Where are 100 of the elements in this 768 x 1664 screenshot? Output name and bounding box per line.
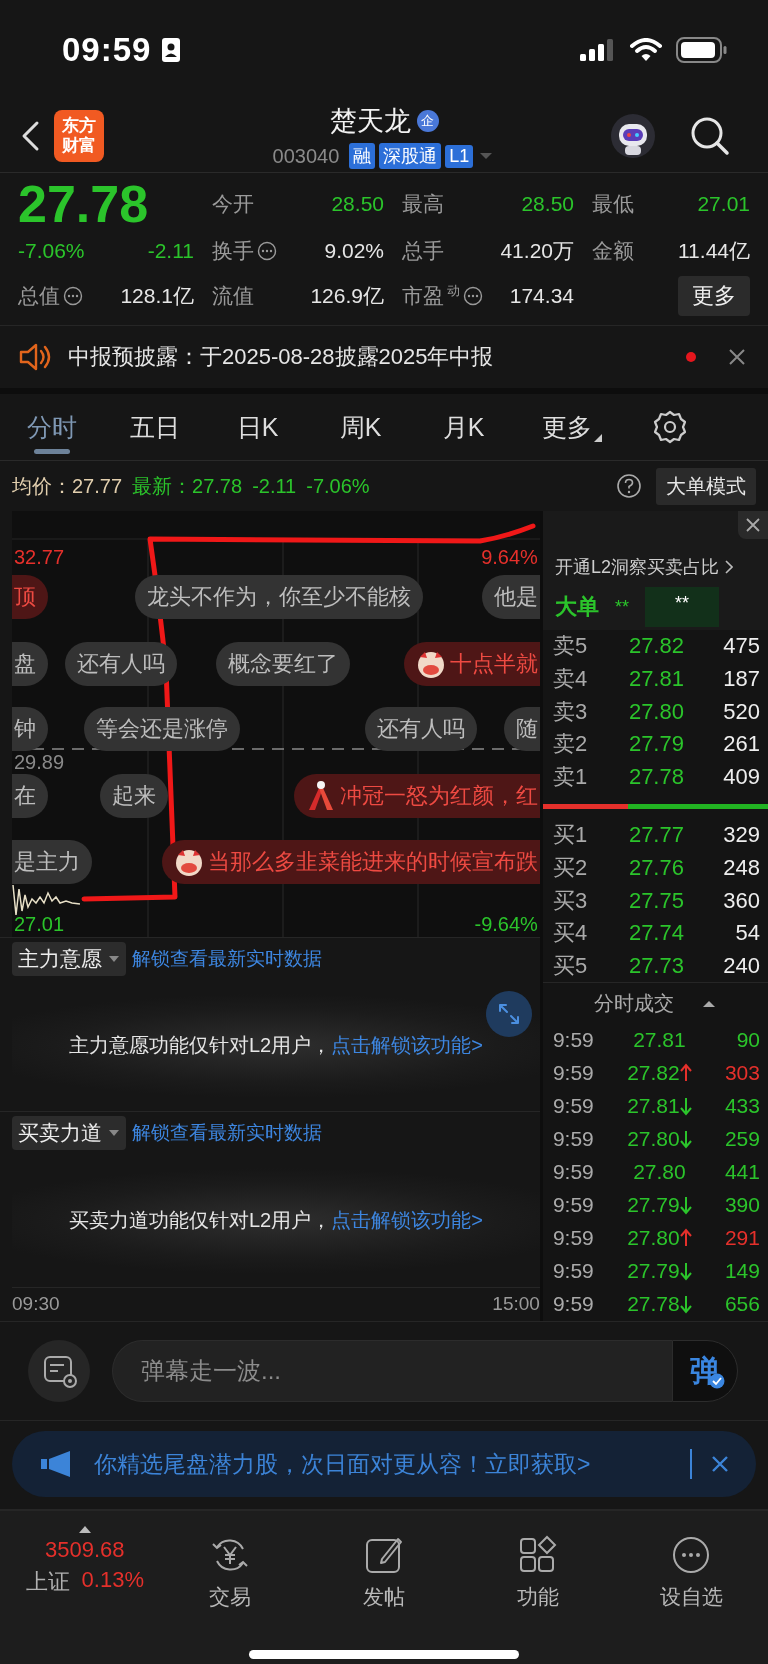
close-button[interactable] bbox=[738, 511, 768, 539]
ellipsis-icon[interactable] bbox=[463, 286, 483, 306]
order-level: 卖5 bbox=[552, 632, 589, 661]
trade-price: 27.80 bbox=[627, 1127, 680, 1152]
arrow-down-icon bbox=[679, 1096, 692, 1117]
stat-label: 换手 bbox=[212, 238, 254, 264]
notice-text[interactable]: 中报预披露：于2025-08-28披露2025年中报 bbox=[68, 342, 494, 372]
time-label: 15:00 bbox=[492, 1293, 540, 1316]
order-price: 27.81 bbox=[627, 666, 685, 693]
trade-time: 9:59 bbox=[552, 1259, 595, 1284]
trade-time: 9:59 bbox=[552, 1292, 595, 1317]
back-icon[interactable] bbox=[20, 120, 40, 152]
chart-tab[interactable]: 周K bbox=[309, 394, 412, 460]
order-volume: 187 bbox=[722, 666, 760, 693]
change-amount: -2.11 bbox=[147, 239, 194, 263]
comment-field[interactable]: 弹幕走一波... bbox=[112, 1340, 672, 1402]
trade-volume: 441 bbox=[723, 1160, 760, 1185]
comment-bubble: 等会还是涨停 bbox=[84, 707, 240, 751]
order-level: 买2 bbox=[552, 854, 589, 883]
order-level: 卖1 bbox=[552, 763, 589, 792]
order-level: 买1 bbox=[552, 821, 589, 850]
trade-volume: 149 bbox=[723, 1259, 760, 1284]
axis-label: -9.64% bbox=[474, 912, 538, 936]
expand-icon bbox=[496, 1001, 521, 1026]
stat-value: 9.02% bbox=[324, 239, 384, 263]
comment-text: 当那么多韭菜能进来的时候宣布跌 bbox=[207, 848, 538, 876]
order-price: 27.77 bbox=[627, 822, 685, 849]
comment-bubble: 还有人吗 bbox=[365, 707, 477, 751]
arrow-down-icon bbox=[679, 1294, 692, 1315]
average-label: 均价： bbox=[12, 473, 72, 499]
current-price: 27.78 bbox=[18, 179, 150, 229]
mascot-icon bbox=[415, 649, 446, 679]
unlock-link[interactable]: 点击解锁该功能> bbox=[331, 1207, 483, 1235]
chart-tab[interactable]: 五日 bbox=[103, 394, 206, 460]
nav-item[interactable]: 功能 bbox=[460, 1525, 615, 1611]
unlock-link[interactable]: 解锁查看最新实时数据 bbox=[132, 1120, 322, 1147]
order-level: 卖3 bbox=[552, 697, 589, 726]
nav-item[interactable]: 交易 bbox=[153, 1525, 308, 1611]
wifi-icon bbox=[630, 38, 662, 62]
trade-price: 27.81 bbox=[627, 1094, 680, 1119]
caret-up-icon[interactable] bbox=[702, 998, 717, 1009]
comment-text: 十点半就 bbox=[449, 650, 538, 678]
chart-tab[interactable]: 月K bbox=[412, 394, 515, 460]
trade-volume: 656 bbox=[723, 1292, 760, 1317]
trade-price: 27.80 bbox=[627, 1226, 680, 1251]
comment-bubble: 是主力 bbox=[12, 840, 92, 884]
order-price: 27.82 bbox=[627, 633, 685, 660]
arrow-down-icon bbox=[679, 1129, 692, 1150]
close-icon[interactable] bbox=[728, 348, 746, 366]
indicator-dropdown[interactable]: 主力意愿 bbox=[12, 942, 126, 977]
chart-tab[interactable]: 日K bbox=[206, 394, 309, 460]
average-price: 27.77 bbox=[72, 474, 123, 498]
stat-value: 11.44亿 bbox=[678, 238, 750, 264]
chart-tab[interactable]: 分时 bbox=[0, 394, 103, 460]
stat-label: 市盈 bbox=[402, 283, 444, 309]
more-button[interactable]: 更多 bbox=[678, 276, 750, 316]
indicator-dropdown[interactable]: 买卖力道 bbox=[12, 1116, 126, 1151]
battery-icon bbox=[676, 37, 728, 63]
caret-up-icon bbox=[77, 1525, 92, 1533]
nav-item[interactable]: 发帖 bbox=[307, 1525, 461, 1611]
big-order-value: ** bbox=[644, 587, 719, 627]
stock-tag: 深股通 bbox=[379, 143, 442, 169]
l2-promo-link[interactable]: 开通L2洞察买卖占比 bbox=[554, 555, 719, 579]
mode-button[interactable]: 大单模式 bbox=[656, 467, 756, 505]
axis-label: 29.89 bbox=[14, 751, 65, 774]
promo-text[interactable]: 你精选尾盘潜力股，次日面对更从容！立即获取> bbox=[94, 1448, 690, 1480]
search-icon[interactable] bbox=[690, 116, 730, 156]
comment-bubble: 概念要红了 bbox=[216, 642, 350, 686]
unlock-link[interactable]: 解锁查看最新实时数据 bbox=[132, 946, 322, 973]
ellipsis-icon[interactable] bbox=[257, 241, 277, 261]
latest-percent: -7.06% bbox=[306, 474, 370, 498]
company-badge: 企 bbox=[416, 110, 439, 132]
chart-tab[interactable]: 更多 bbox=[515, 394, 618, 460]
highlighted-comment: 顶 bbox=[12, 575, 48, 619]
more-icon bbox=[671, 1535, 712, 1575]
status-time: 09:59 bbox=[62, 31, 152, 69]
arrow-down-icon bbox=[679, 1261, 692, 1282]
order-volume: 261 bbox=[722, 731, 760, 758]
document-settings-icon[interactable] bbox=[28, 1340, 90, 1402]
trade-price: 27.81 bbox=[633, 1028, 686, 1053]
trade-time: 9:59 bbox=[552, 1028, 595, 1053]
help-icon[interactable] bbox=[616, 473, 642, 499]
change-percent: -7.06% bbox=[18, 239, 85, 263]
trade-price: 27.80 bbox=[633, 1160, 686, 1185]
stock-tag: 融 bbox=[349, 143, 376, 169]
trade-price: 27.79 bbox=[627, 1193, 680, 1218]
ellipsis-icon[interactable] bbox=[63, 286, 83, 306]
settings-icon[interactable] bbox=[651, 409, 688, 445]
comment-text: 冲冠一怒为红颜，红 bbox=[339, 782, 538, 810]
close-icon[interactable] bbox=[710, 1454, 730, 1474]
comment-bubble: 盘 bbox=[12, 642, 48, 686]
robot-icon[interactable] bbox=[610, 113, 656, 159]
order-level: 买4 bbox=[552, 919, 589, 948]
comment-bubble: 起来 bbox=[100, 774, 168, 818]
stat-superscript: 动 bbox=[447, 282, 460, 300]
trade-volume: 390 bbox=[723, 1193, 760, 1218]
nav-item[interactable]: 设自选 bbox=[614, 1525, 768, 1611]
index-value[interactable]: 3509.68 bbox=[45, 1537, 125, 1563]
trade-volume: 259 bbox=[723, 1127, 760, 1152]
unlock-link[interactable]: 点击解锁该功能> bbox=[331, 1032, 483, 1060]
